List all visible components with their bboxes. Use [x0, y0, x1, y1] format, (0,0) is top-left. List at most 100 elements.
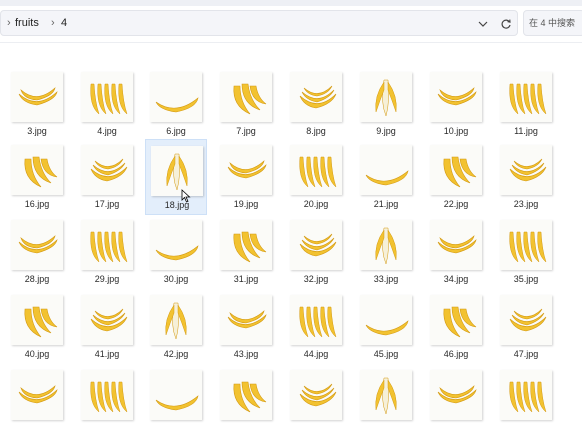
file-thumbnail: [81, 295, 133, 345]
file-item[interactable]: 32.jpg: [285, 214, 347, 290]
file-item[interactable]: 30.jpg: [145, 214, 207, 290]
file-thumbnail: [360, 72, 412, 122]
file-item[interactable]: 42.jpg: [145, 289, 207, 365]
file-name-label: 28.jpg: [24, 274, 50, 284]
file-name-label: 10.jpg: [443, 126, 469, 136]
file-thumbnail: [500, 145, 552, 195]
file-item[interactable]: 11.jpg: [495, 66, 557, 142]
file-name-label: 33.jpg: [373, 274, 399, 284]
file-item[interactable]: 33.jpg: [355, 214, 417, 290]
file-name-label: 20.jpg: [303, 199, 329, 209]
file-item[interactable]: 43.jpg: [215, 289, 277, 365]
file-thumbnail: [11, 220, 63, 270]
file-item[interactable]: 44.jpg: [285, 289, 347, 365]
file-name-label: 3.jpg: [27, 126, 47, 136]
file-item[interactable]: 10.jpg: [425, 66, 487, 142]
file-item[interactable]: 35.jpg: [495, 214, 557, 290]
file-name-label: 30.jpg: [163, 274, 189, 284]
file-thumbnail: [11, 72, 63, 122]
file-item[interactable]: 16.jpg: [6, 139, 68, 215]
file-name-label: 21.jpg: [373, 199, 399, 209]
file-item[interactable]: 3.jpg: [6, 66, 68, 142]
file-name-label: 6.jpg: [166, 126, 186, 136]
file-item[interactable]: 20.jpg: [285, 139, 347, 215]
file-thumbnail: [360, 370, 412, 420]
file-item[interactable]: 29.jpg: [76, 214, 138, 290]
file-item[interactable]: [495, 364, 557, 440]
file-name-label: 41.jpg: [94, 349, 120, 359]
file-name-label: 44.jpg: [303, 349, 329, 359]
file-thumbnail: [11, 370, 63, 420]
file-grid: 3.jpg 4.jpg 6.jpg 7.jpg 8.jpg 9.jpg 10.jpg 11.j…: [0, 0, 582, 423]
file-thumbnail: [220, 145, 272, 195]
file-thumbnail: [290, 145, 342, 195]
file-name-label: 32.jpg: [303, 274, 329, 284]
mouse-cursor-icon: [181, 189, 191, 203]
file-name-label: 45.jpg: [373, 349, 399, 359]
file-item[interactable]: 21.jpg: [355, 139, 417, 215]
file-name-label: 23.jpg: [513, 199, 539, 209]
file-item[interactable]: [6, 364, 68, 440]
file-item[interactable]: 4.jpg: [76, 66, 138, 142]
file-item[interactable]: [76, 364, 138, 440]
file-item[interactable]: [425, 364, 487, 440]
file-thumbnail: [500, 220, 552, 270]
file-name-label: 22.jpg: [443, 199, 469, 209]
file-thumbnail: [290, 220, 342, 270]
file-item[interactable]: 6.jpg: [145, 66, 207, 142]
file-item[interactable]: 7.jpg: [215, 66, 277, 142]
file-thumbnail: [290, 370, 342, 420]
file-thumbnail: [500, 295, 552, 345]
file-item[interactable]: 34.jpg: [425, 214, 487, 290]
file-name-label: 19.jpg: [233, 199, 259, 209]
file-name-label: 35.jpg: [513, 274, 539, 284]
file-thumbnail: [360, 145, 412, 195]
file-thumbnail: [500, 370, 552, 420]
file-item[interactable]: [285, 364, 347, 440]
file-thumbnail: [150, 220, 202, 270]
file-name-label: 9.jpg: [376, 126, 396, 136]
file-thumbnail: [360, 295, 412, 345]
file-thumbnail: [360, 220, 412, 270]
file-item-selected[interactable]: 18.jpg: [145, 139, 207, 215]
file-thumbnail: [81, 370, 133, 420]
file-item[interactable]: [215, 364, 277, 440]
file-name-label: 43.jpg: [233, 349, 259, 359]
file-name-label: 34.jpg: [443, 274, 469, 284]
file-item[interactable]: 28.jpg: [6, 214, 68, 290]
file-item[interactable]: 45.jpg: [355, 289, 417, 365]
file-item[interactable]: 40.jpg: [6, 289, 68, 365]
file-thumbnail: [430, 145, 482, 195]
file-thumbnail: [430, 370, 482, 420]
file-item[interactable]: 46.jpg: [425, 289, 487, 365]
file-name-label: 18.jpg: [164, 200, 190, 210]
file-item[interactable]: 23.jpg: [495, 139, 557, 215]
file-thumbnail: [290, 295, 342, 345]
file-item[interactable]: 41.jpg: [76, 289, 138, 365]
file-item[interactable]: 9.jpg: [355, 66, 417, 142]
file-thumbnail: [151, 146, 203, 196]
file-thumbnail: [290, 72, 342, 122]
file-name-label: 11.jpg: [514, 126, 538, 136]
file-item[interactable]: 17.jpg: [76, 139, 138, 215]
file-name-label: 40.jpg: [24, 349, 50, 359]
file-item[interactable]: 22.jpg: [425, 139, 487, 215]
file-thumbnail: [150, 72, 202, 122]
file-thumbnail: [81, 145, 133, 195]
file-thumbnail: [150, 295, 202, 345]
file-name-label: 8.jpg: [306, 126, 326, 136]
file-item[interactable]: [145, 364, 207, 440]
file-item[interactable]: [355, 364, 417, 440]
file-item[interactable]: 31.jpg: [215, 214, 277, 290]
file-name-label: 47.jpg: [513, 349, 539, 359]
file-name-label: 17.jpg: [94, 199, 120, 209]
file-item[interactable]: 19.jpg: [215, 139, 277, 215]
file-thumbnail: [430, 295, 482, 345]
file-item[interactable]: 8.jpg: [285, 66, 347, 142]
file-thumbnail: [220, 220, 272, 270]
file-thumbnail: [11, 295, 63, 345]
file-item[interactable]: 47.jpg: [495, 289, 557, 365]
file-thumbnail: [430, 72, 482, 122]
file-name-label: 46.jpg: [443, 349, 469, 359]
file-thumbnail: [430, 220, 482, 270]
